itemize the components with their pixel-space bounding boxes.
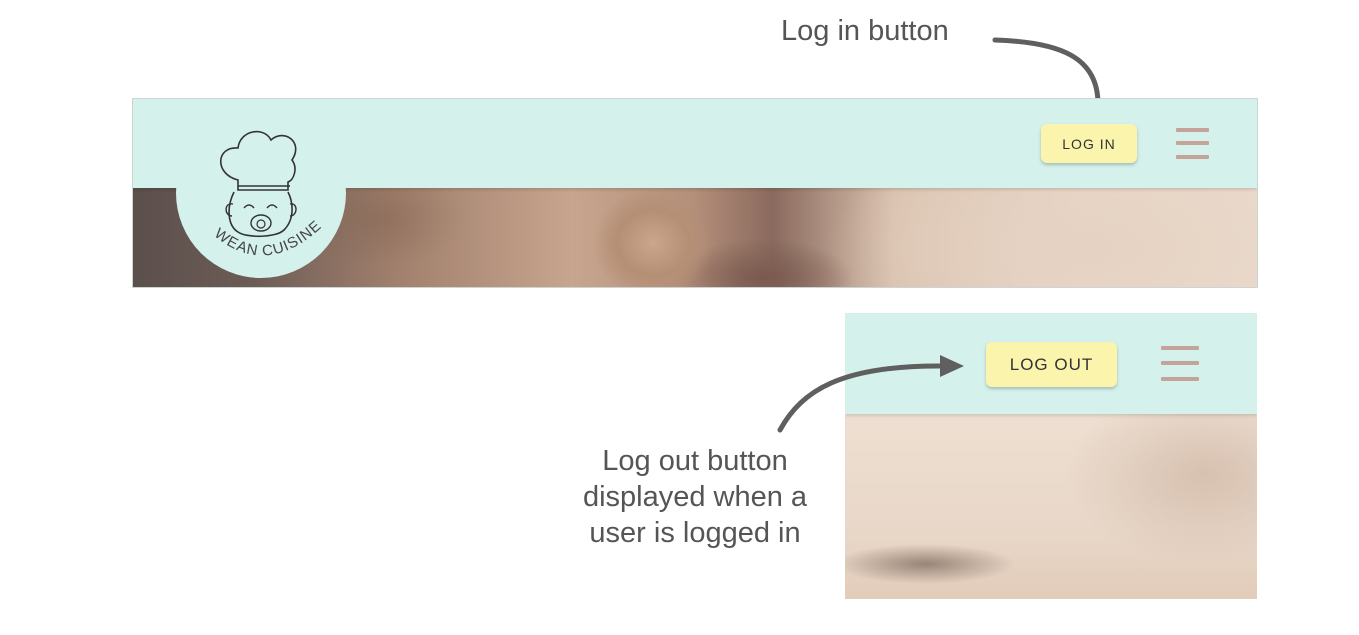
hamburger-menu-icon[interactable] — [1161, 346, 1199, 382]
arrow-to-logout-icon — [777, 355, 964, 433]
annotation-logout: Log out button displayed when a user is … — [566, 443, 824, 551]
hamburger-menu-icon[interactable] — [1176, 128, 1209, 159]
chef-baby-icon: WEAN CUISINE — [211, 130, 325, 260]
header-screenshot-logged-out: LOG IN WEAN CUISINE — [132, 98, 1258, 288]
wean-cuisine-logo[interactable]: WEAN CUISINE — [176, 108, 346, 278]
svg-text:WEAN CUISINE: WEAN CUISINE — [211, 217, 325, 260]
annotation-logout-line-3: user is logged in — [589, 517, 801, 549]
hero-photo-cropped — [845, 414, 1257, 599]
logout-button[interactable]: LOG OUT — [986, 342, 1117, 387]
logo-text: WEAN CUISINE — [211, 217, 324, 260]
annotation-logout-line-1: Log out button — [602, 445, 788, 477]
login-button[interactable]: LOG IN — [1041, 124, 1137, 163]
annotation-logout-line-2: displayed when a — [582, 481, 808, 513]
annotation-login: Log in button — [781, 15, 949, 47]
